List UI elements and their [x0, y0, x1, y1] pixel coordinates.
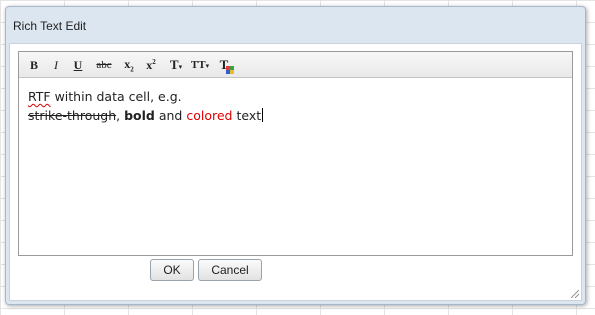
formatting-toolbar: B I U abc x2 x2 T▾ TT▾ T: [19, 52, 572, 78]
underline-icon: U: [73, 57, 83, 72]
underline-button[interactable]: U: [71, 56, 85, 74]
and-text: and: [154, 108, 187, 123]
misspelled-word: RTF: [28, 89, 51, 104]
font-color-icon: T: [220, 57, 234, 74]
content-line-2: strike-through, bold and colored text: [28, 106, 563, 125]
dialog-title-bar[interactable]: Rich Text Edit: [6, 7, 585, 45]
resize-grip-icon[interactable]: [571, 290, 579, 298]
cancel-button[interactable]: Cancel: [198, 259, 262, 281]
superscript-button[interactable]: x2: [143, 56, 159, 74]
bold-icon: B: [29, 57, 38, 72]
strikethrough-icon: abc: [96, 59, 112, 71]
bold-button[interactable]: B: [27, 56, 41, 74]
italic-button[interactable]: I: [49, 56, 63, 74]
dialog-body: B I U abc x2 x2 T▾ TT▾ T RTF within data…: [9, 43, 582, 301]
strikethrough-button[interactable]: abc: [93, 56, 115, 74]
line1-text: within data cell, e.g.: [50, 89, 182, 104]
font-name-icon: T▾: [169, 57, 183, 72]
bold-text: bold: [124, 108, 155, 123]
strikethrough-text: strike-through: [28, 108, 117, 123]
rich-text-content-area[interactable]: RTF within data cell, e.g. strike-throug…: [19, 78, 572, 255]
subscript-button[interactable]: x2: [121, 56, 137, 74]
italic-icon: I: [54, 57, 58, 72]
text-caret: [262, 108, 264, 122]
ok-button[interactable]: OK: [150, 259, 194, 281]
dialog-title: Rich Text Edit: [13, 19, 87, 33]
superscript-icon: x2: [146, 57, 156, 72]
colored-text: colored: [186, 108, 233, 123]
font-color-button[interactable]: T: [215, 56, 234, 74]
end-text: text: [232, 108, 262, 123]
font-size-button[interactable]: TT▾: [189, 56, 211, 74]
rich-text-edit-dialog: Rich Text Edit B I U abc x2 x2 T▾ TT▾ T …: [5, 6, 586, 305]
content-line-1: RTF within data cell, e.g.: [28, 87, 563, 106]
font-size-icon: TT▾: [190, 59, 210, 71]
font-name-button[interactable]: T▾: [167, 56, 185, 74]
subscript-icon: x2: [124, 56, 134, 74]
rich-text-editor: B I U abc x2 x2 T▾ TT▾ T RTF within data…: [18, 51, 573, 256]
separator-text: ,: [116, 108, 125, 123]
